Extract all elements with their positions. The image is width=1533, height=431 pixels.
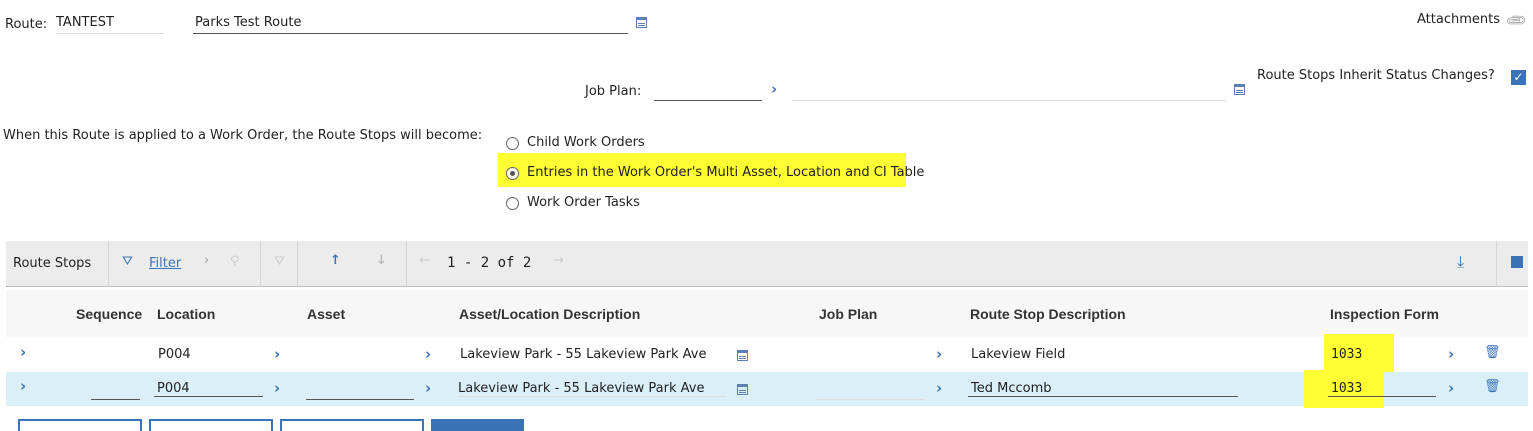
- job-plan-lookup-icon[interactable]: ›: [936, 345, 942, 363]
- column-header-inspection-form[interactable]: Inspection Form: [1330, 306, 1439, 322]
- inspection-form-lookup-icon[interactable]: ›: [1448, 345, 1454, 363]
- search-icon[interactable]: ⚲: [230, 254, 240, 269]
- delete-row-icon[interactable]: 🗑︎: [1484, 345, 1501, 360]
- column-header-job-plan[interactable]: Job Plan: [819, 306, 877, 322]
- job-plan-label: Job Plan:: [585, 84, 642, 99]
- location-lookup-icon[interactable]: ›: [274, 345, 280, 363]
- table-action-button[interactable]: [280, 419, 424, 431]
- inspection-form-lookup-icon[interactable]: ›: [1448, 379, 1454, 397]
- route-field[interactable]: TANTEST: [56, 15, 164, 34]
- pagination-text: 1 - 2 of 2: [447, 255, 532, 271]
- table-action-button[interactable]: [149, 419, 273, 431]
- job-plan-field[interactable]: [654, 84, 762, 101]
- long-description-icon[interactable]: [737, 350, 748, 361]
- option-multi-asset-label: Entries in the Work Order's Multi Asset,…: [527, 165, 925, 180]
- option-child-work-orders-label: Child Work Orders: [527, 135, 645, 150]
- next-page-icon[interactable]: →: [553, 253, 564, 268]
- location-field[interactable]: P004: [154, 381, 263, 397]
- description-field[interactable]: Lakeview Park - 55 Lakeview Park Ave: [458, 381, 726, 397]
- inspection-form-cell: 1033: [1331, 347, 1363, 362]
- expand-filter-icon[interactable]: ›: [204, 253, 209, 268]
- route-stop-description-field[interactable]: Ted Mccomb: [968, 381, 1238, 397]
- inspection-form-field[interactable]: 1033: [1328, 381, 1436, 397]
- long-description-icon[interactable]: [737, 384, 748, 395]
- job-plan-description-field[interactable]: [792, 84, 1226, 101]
- job-plan-lookup-icon[interactable]: ›: [771, 80, 777, 98]
- attachments-label[interactable]: Attachments: [1417, 12, 1500, 27]
- asset-field[interactable]: [306, 381, 414, 400]
- filter-icon[interactable]: ⛛: [122, 254, 133, 269]
- option-work-order-tasks-label: Work Order Tasks: [527, 195, 640, 210]
- long-description-icon[interactable]: [636, 17, 647, 28]
- table-action-button[interactable]: [18, 419, 142, 431]
- column-header-location[interactable]: Location: [157, 306, 215, 322]
- column-header-asset[interactable]: Asset: [307, 306, 345, 322]
- collapse-table-icon[interactable]: [1511, 256, 1523, 268]
- location-lookup-icon[interactable]: ›: [274, 379, 280, 397]
- column-header-description[interactable]: Asset/Location Description: [459, 306, 640, 322]
- radio-multi-asset-entries[interactable]: [506, 167, 519, 180]
- job-plan-lookup-icon[interactable]: ›: [936, 379, 942, 397]
- route-stop-description-cell: Lakeview Field: [971, 347, 1066, 362]
- previous-page-icon[interactable]: ←: [419, 253, 430, 268]
- asset-lookup-icon[interactable]: ›: [425, 379, 431, 397]
- inherit-status-label: Route Stops Inherit Status Changes?: [1257, 68, 1495, 83]
- apply-prompt: When this Route is applied to a Work Ord…: [3, 128, 483, 143]
- long-description-icon[interactable]: [1234, 84, 1245, 95]
- radio-work-order-tasks[interactable]: [506, 197, 519, 210]
- paperclip-icon[interactable]: 📎︎: [1505, 9, 1529, 33]
- table-row[interactable]: › P004 › › Lakeview Park - 55 Lakeview P…: [6, 370, 1528, 408]
- move-down-icon[interactable]: ↓: [376, 253, 387, 268]
- filter-link[interactable]: Filter: [149, 256, 181, 271]
- asset-lookup-icon[interactable]: ›: [425, 345, 431, 363]
- table-row[interactable]: › P004 › › Lakeview Park - 55 Lakeview P…: [6, 334, 1528, 372]
- clear-filter-icon[interactable]: ⛛: [274, 254, 285, 269]
- table-title: Route Stops: [13, 256, 92, 271]
- expand-row-icon[interactable]: ›: [20, 377, 26, 395]
- description-cell: Lakeview Park - 55 Lakeview Park Ave: [460, 347, 707, 362]
- move-up-icon[interactable]: ↑: [330, 253, 341, 268]
- column-header-sequence[interactable]: Sequence: [76, 306, 142, 322]
- primary-action-button[interactable]: [431, 419, 524, 431]
- route-description-field[interactable]: Parks Test Route: [193, 15, 628, 34]
- column-header-route-stop-description[interactable]: Route Stop Description: [970, 306, 1126, 322]
- radio-child-work-orders[interactable]: [506, 137, 519, 150]
- download-icon[interactable]: ⤓: [1457, 252, 1464, 272]
- expand-row-icon[interactable]: ›: [20, 343, 26, 361]
- table-header: Sequence Location Asset Asset/Location D…: [6, 290, 1528, 337]
- location-cell: P004: [158, 347, 191, 362]
- job-plan-field[interactable]: [816, 381, 924, 400]
- route-label: Route:: [5, 17, 48, 32]
- inherit-status-checkbox[interactable]: ✓: [1511, 70, 1526, 85]
- sequence-field[interactable]: [91, 381, 140, 400]
- table-toolbar: Route Stops ⛛ Filter › ⚲ ⛛ ↑ ↓ ← 1 - 2 o…: [6, 241, 1528, 287]
- delete-row-icon[interactable]: 🗑︎: [1484, 379, 1501, 394]
